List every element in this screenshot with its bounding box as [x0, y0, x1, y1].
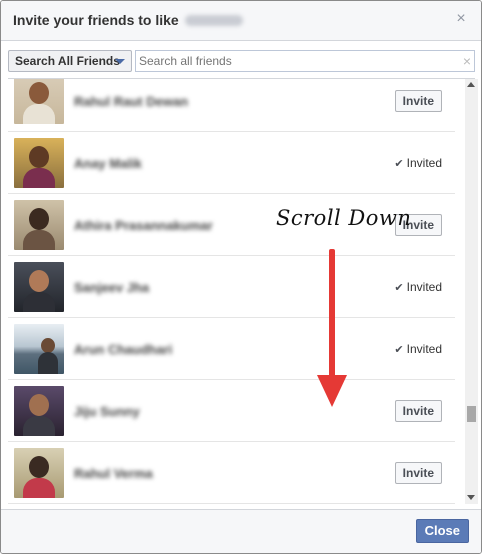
close-button[interactable]: Close	[415, 519, 469, 543]
friend-avatar	[14, 448, 64, 498]
search-input[interactable]	[135, 50, 475, 72]
scroll-down-arrow-icon[interactable]	[467, 495, 475, 500]
friend-name: Arun Chaudhari	[74, 342, 173, 357]
friend-row: Arun Chaudhari ✔ Invited	[8, 318, 455, 380]
arrow-shaft	[329, 249, 335, 379]
friend-name: Rahul Raut Dewan	[74, 94, 189, 109]
friend-avatar	[14, 200, 64, 250]
invited-status: ✔ Invited	[394, 342, 442, 356]
arrow-head	[317, 375, 347, 407]
invited-status: ✔ Invited	[394, 156, 442, 170]
blurred-page-name	[184, 15, 243, 26]
friend-name: Anay Malik	[74, 156, 142, 171]
clear-search-icon[interactable]: ×	[463, 52, 471, 70]
friend-row: Sanjeev Jha ✔ Invited	[8, 256, 455, 318]
friend-avatar	[14, 324, 64, 374]
invite-button[interactable]: Invite	[394, 400, 442, 422]
friend-avatar	[14, 262, 64, 312]
list-scrollbar[interactable]	[465, 79, 478, 504]
invited-label: Invited	[406, 342, 442, 356]
search-filter-dropdown[interactable]: Search All Friends	[8, 50, 132, 72]
caret-down-icon	[115, 59, 125, 64]
friend-avatar	[14, 79, 64, 124]
friend-row: Anay Malik ✔ Invited	[8, 132, 455, 194]
dialog-header: Invite your friends to like ×	[1, 1, 481, 41]
scroll-down-annotation: Scroll Down	[276, 206, 412, 230]
search-filter-label: Search All Friends	[15, 54, 120, 68]
friend-avatar	[14, 138, 64, 188]
friend-name: Athira Prasannakumar	[74, 218, 213, 233]
friend-row: Jiju Sunny Invite	[8, 380, 455, 442]
invite-button[interactable]: Invite	[394, 90, 442, 112]
dialog-title-text: Invite your friends to like	[13, 12, 179, 28]
friend-avatar	[14, 386, 64, 436]
scroll-up-arrow-icon[interactable]	[467, 82, 475, 87]
close-icon[interactable]: ×	[453, 11, 469, 27]
invited-status: ✔ Invited	[394, 280, 442, 294]
check-icon: ✔	[394, 282, 404, 294]
dialog-title: Invite your friends to like	[13, 12, 243, 28]
invite-button[interactable]: Invite	[394, 462, 442, 484]
friend-list[interactable]: Rahul Raut Dewan Invite Anay Malik ✔ Invi…	[8, 78, 475, 504]
friend-row: Rahul Verma Invite	[8, 442, 455, 504]
invited-label: Invited	[406, 156, 442, 170]
invited-label: Invited	[406, 280, 442, 294]
friend-row: Rahul Raut Dewan Invite	[8, 79, 455, 132]
scrollbar-thumb[interactable]	[467, 406, 476, 422]
down-arrow-icon	[317, 249, 347, 407]
check-icon: ✔	[394, 344, 404, 356]
friend-name: Jiju Sunny	[74, 404, 140, 419]
friend-name: Sanjeev Jha	[74, 280, 150, 295]
dialog-footer: Close	[1, 509, 481, 553]
search-bar: Search All Friends ×	[8, 50, 475, 72]
check-icon: ✔	[394, 158, 404, 170]
invite-friends-dialog: Invite your friends to like × Search All…	[0, 0, 482, 554]
friend-name: Rahul Verma	[74, 466, 153, 481]
